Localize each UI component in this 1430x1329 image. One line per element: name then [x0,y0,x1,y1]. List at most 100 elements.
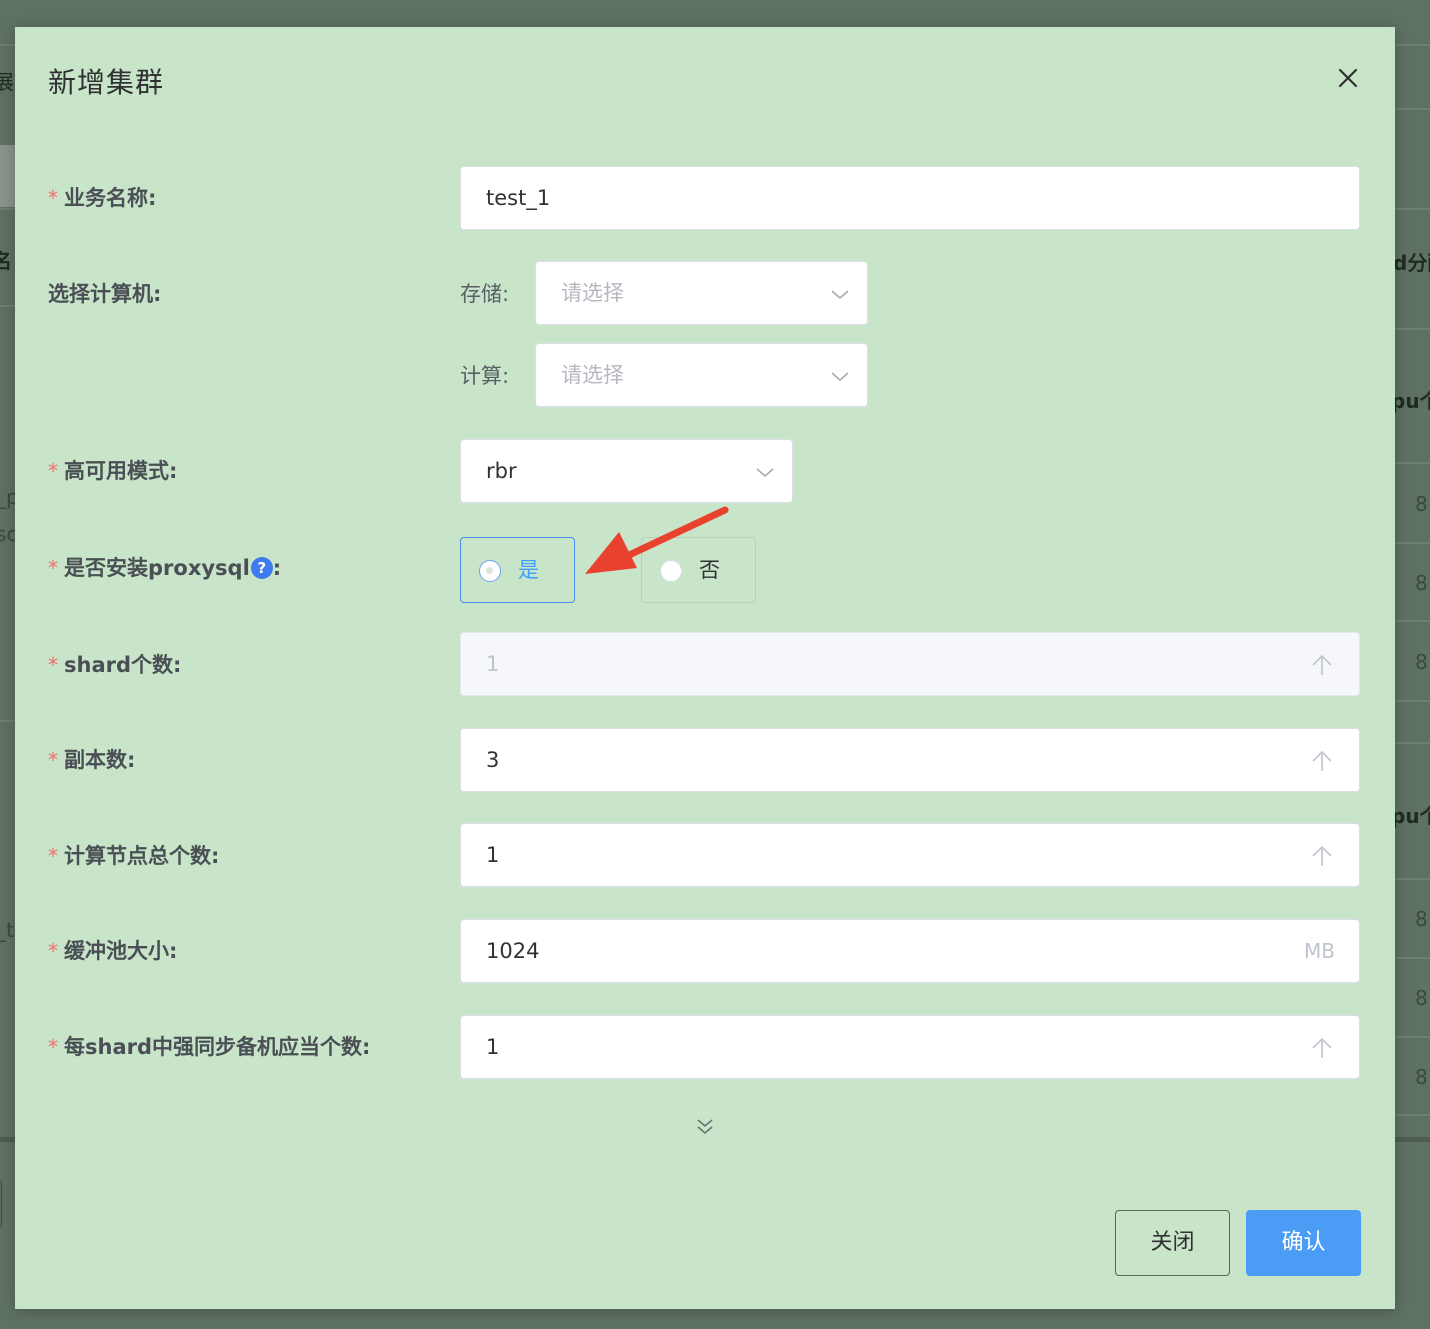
bg-fragment: _te [0,918,15,942]
bg-fragment: 展 [0,70,14,94]
sync-standby-input[interactable]: 1 [460,1015,1360,1079]
arrow-up-icon[interactable] [1309,652,1335,678]
required-mark: * [48,1035,58,1059]
replica-count-label-text: 副本数: [64,748,136,772]
required-mark: * [48,653,58,677]
bg-divider [0,305,15,307]
double-chevron-down-icon[interactable] [693,1115,717,1139]
arrow-up-icon[interactable] [1309,748,1335,774]
shard-count-label-text: shard个数: [64,653,182,677]
radio-no[interactable]: 否 [641,537,756,603]
radio-no-label: 否 [699,558,720,582]
bg-divider [0,720,15,722]
business-name-label: * 业务名称: [48,183,156,213]
close-icon[interactable] [1333,63,1363,93]
chevron-down-icon [831,290,849,300]
compute-label: 计算: [460,364,510,388]
ha-mode-select[interactable]: rbr [460,439,793,503]
bg-fragment: _p [0,485,15,509]
bg-fragment: 8 [1415,986,1428,1010]
storage-select[interactable]: 请选择 [535,261,868,325]
dialog-title: 新增集群 [48,66,165,99]
bg-divider [1395,700,1430,702]
compute-placeholder: 请选择 [561,363,624,387]
bg-divider [1395,328,1430,330]
bg-divider [0,1137,15,1142]
bg-divider [0,208,15,210]
bg-block [0,145,15,207]
bg-fragment: 8 [1415,907,1428,931]
bg-fragment: pu个 [1395,804,1430,828]
shard-count-value: 1 [486,652,500,676]
radio-yes-label: 是 [518,558,539,582]
business-name-value: test_1 [486,186,551,210]
bg-divider [1395,742,1430,744]
label-colon: : [272,556,282,580]
bg-fragment: d分配 [1395,251,1430,275]
bg-divider [1395,1114,1430,1116]
buffer-pool-unit: MB [1304,939,1335,963]
replica-count-input[interactable]: 3 [460,728,1360,792]
buffer-pool-label: * 缓冲池大小: [48,936,177,966]
buffer-pool-value: 1024 [486,939,540,963]
ha-mode-label-text: 高可用模式: [64,459,178,483]
arrow-up-icon[interactable] [1309,843,1335,869]
radio-yes[interactable]: 是 [460,537,575,603]
bg-fragment: 8 [1415,571,1428,595]
required-mark: * [48,556,58,580]
create-cluster-dialog: 新增集群 * 业务名称: test_1 选择计算机: 存储: 请选择 计算: 请选… [15,27,1395,1309]
storage-placeholder: 请选择 [561,281,624,305]
sync-standby-label-text: 每shard中强同步备机应当个数: [64,1035,371,1059]
bg-divider [1395,44,1430,46]
storage-label: 存储: [460,282,510,306]
close-button[interactable]: 关闭 [1115,1210,1230,1276]
bg-divider [1395,1137,1430,1142]
buffer-pool-label-text: 缓冲池大小: [64,939,178,963]
business-name-input[interactable]: test_1 [460,166,1360,230]
compute-nodes-label-text: 计算节点总个数: [64,844,220,868]
ha-mode-label: * 高可用模式: [48,456,177,486]
bg-divider [1395,1036,1430,1038]
buffer-pool-input[interactable]: 1024 MB [460,919,1360,983]
compute-nodes-value: 1 [486,843,500,867]
bg-fragment: 8 [1415,1065,1428,1089]
install-proxysql-label-text: 是否安装proxysql [64,556,250,580]
required-mark: * [48,939,58,963]
replica-count-value: 3 [486,748,500,772]
background-right-strip: d分配 pu个 8 8 8 pu个 8 8 8 [1395,0,1430,1329]
business-name-label-text: 业务名称: [64,186,157,210]
sync-standby-label: * 每shard中强同步备机应当个数: [48,1032,370,1062]
install-proxysql-label: * 是否安装proxysql?: [48,553,281,583]
compute-select[interactable]: 请选择 [535,343,868,407]
chevron-down-icon [756,468,774,478]
confirm-button[interactable]: 确认 [1246,1210,1361,1276]
background-left-strip: 展 名 _p sc _te [0,0,15,1329]
required-mark: * [48,186,58,210]
help-icon[interactable]: ? [250,557,273,579]
bg-divider [1395,620,1430,622]
required-mark: * [48,459,58,483]
bg-divider [1395,542,1430,544]
required-mark: * [48,748,58,772]
compute-nodes-input[interactable]: 1 [460,823,1360,887]
required-mark: * [48,844,58,868]
bg-button-edge [0,1180,2,1228]
arrow-up-icon[interactable] [1309,1035,1335,1061]
sync-standby-value: 1 [486,1035,500,1059]
bg-divider [1395,878,1430,880]
shard-count-input[interactable]: 1 [460,632,1360,696]
bg-divider [1395,462,1430,464]
radio-circle-checked [479,560,501,582]
bg-fragment: sc [0,522,15,546]
bg-divider [0,44,15,46]
bg-divider [1395,957,1430,959]
shard-count-label: * shard个数: [48,650,181,680]
compute-nodes-label: * 计算节点总个数: [48,841,219,871]
select-machine-label: 选择计算机: [48,282,162,306]
bg-fragment: pu个 [1395,389,1430,413]
bg-fragment: 8 [1415,492,1428,516]
replica-count-label: * 副本数: [48,745,135,775]
bg-fragment: 8 [1415,650,1428,674]
chevron-down-icon [831,372,849,382]
ha-mode-value: rbr [486,459,517,483]
